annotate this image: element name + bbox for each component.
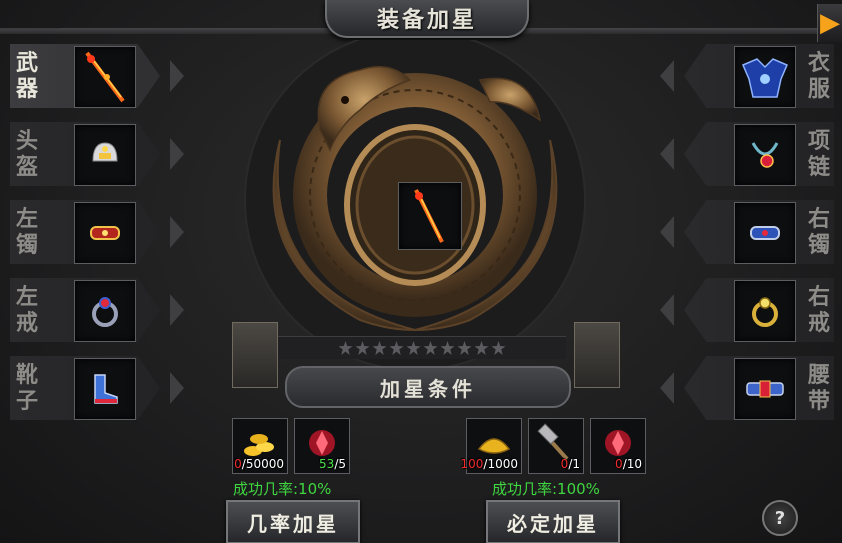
title-plate: 装备加星 xyxy=(325,0,529,38)
slot-row-armor[interactable]: 衣服 xyxy=(644,40,834,112)
guaranteed-star-button[interactable]: 必定加星 xyxy=(486,500,620,543)
have-amount: 0 xyxy=(615,457,623,471)
button-label: 必定加星 xyxy=(507,511,599,536)
center-item-slot[interactable] xyxy=(398,182,462,250)
row-arrow xyxy=(660,60,674,92)
star-icon xyxy=(355,341,370,355)
cost-gold-coins[interactable]: 0/50000 xyxy=(232,418,288,474)
slot-row-right-ring[interactable]: 右戒 xyxy=(644,274,834,346)
cost-amount: 100/1000 xyxy=(461,457,519,471)
star-icon xyxy=(338,341,353,355)
slot-label: 项链 xyxy=(807,128,830,180)
cost-hammer[interactable]: 0/1 xyxy=(528,418,584,474)
slot-row-weapon[interactable]: 武器 xyxy=(10,40,200,112)
row-arrow xyxy=(170,216,184,248)
helmet-slot[interactable] xyxy=(74,124,136,186)
belt-slot[interactable] xyxy=(734,358,796,420)
left-ring-slot[interactable] xyxy=(74,280,136,342)
cost-amount: 0/1 xyxy=(561,457,580,471)
equipment-star-upgrade-window: 装备加星 ▶ 武器 头盔 左镯 左戒 靴子 衣服 项链 右镯 右戒 腰带 加星条… xyxy=(0,0,842,543)
have-amount: 100 xyxy=(460,457,484,471)
slot-label: 衣服 xyxy=(807,50,830,102)
bracelet-icon xyxy=(750,226,780,240)
necklace-slot[interactable] xyxy=(734,124,796,186)
boots-slot[interactable] xyxy=(74,358,136,420)
slot-row-left-bracelet[interactable]: 左镯 xyxy=(10,196,200,268)
row-arrow xyxy=(170,138,184,170)
conditions-plate: 加星条件 xyxy=(285,366,571,408)
right-ring-slot[interactable] xyxy=(734,280,796,342)
have-amount: 53 xyxy=(319,457,335,471)
belt-icon xyxy=(746,380,784,398)
probability-success-rate: 成功几率:10% xyxy=(233,480,332,498)
right-bracelet-slot[interactable] xyxy=(734,202,796,264)
slot-label: 武器 xyxy=(15,50,38,102)
help-icon[interactable]: ? xyxy=(762,500,798,536)
slot-label: 头盔 xyxy=(15,128,38,180)
corner-decoration xyxy=(0,2,60,29)
left-pillar-ornament xyxy=(232,322,278,388)
slot-label: 左戒 xyxy=(15,284,38,336)
star-icon xyxy=(389,341,404,355)
right-pillar-ornament xyxy=(574,322,620,388)
slot-row-right-bracelet[interactable]: 右镯 xyxy=(644,196,834,268)
have-amount: 0 xyxy=(234,457,242,471)
cost-red-crystal[interactable]: 0/10 xyxy=(590,418,646,474)
probability-star-button[interactable]: 几率加星 xyxy=(226,500,360,543)
ring-icon xyxy=(92,297,118,327)
row-arrow xyxy=(660,294,674,326)
helmet-icon xyxy=(92,142,118,162)
row-arrow xyxy=(170,60,184,92)
row-arrow xyxy=(660,216,674,248)
weapon-slot[interactable] xyxy=(74,46,136,108)
armor-icon xyxy=(742,58,788,98)
ring-icon xyxy=(752,297,778,327)
need-amount: /50000 xyxy=(241,457,284,471)
slot-label: 右镯 xyxy=(807,206,830,258)
slot-row-belt[interactable]: 腰带 xyxy=(644,352,834,424)
slot-row-boots[interactable]: 靴子 xyxy=(10,352,200,424)
button-label: 几率加星 xyxy=(247,511,339,536)
star-icon xyxy=(440,341,455,355)
star-icon xyxy=(423,341,438,355)
star-icon xyxy=(372,341,387,355)
cost-amount: 0/10 xyxy=(615,457,642,471)
star-icon xyxy=(406,341,421,355)
row-arrow xyxy=(170,372,184,404)
row-arrow xyxy=(170,294,184,326)
guaranteed-success-rate: 成功几率:100% xyxy=(492,480,600,498)
boots-icon xyxy=(94,374,118,404)
need-amount: /1 xyxy=(568,457,580,471)
slot-label: 靴子 xyxy=(15,362,38,414)
row-arrow xyxy=(660,138,674,170)
star-icon xyxy=(491,341,506,355)
star-icon xyxy=(474,341,489,355)
cost-amount: 53/5 xyxy=(319,457,346,471)
slot-label: 腰带 xyxy=(807,362,830,414)
necklace-icon xyxy=(751,142,779,168)
star-level-bar xyxy=(278,336,566,359)
cost-gold-ingot[interactable]: 100/1000 xyxy=(461,418,522,474)
cost-red-crystal[interactable]: 53/5 xyxy=(294,418,350,474)
slot-label: 右戒 xyxy=(807,284,830,336)
need-amount: /1000 xyxy=(483,457,518,471)
need-amount: /5 xyxy=(334,457,346,471)
window-title: 装备加星 xyxy=(376,7,477,33)
slot-label: 左镯 xyxy=(15,206,38,258)
sword-icon xyxy=(85,51,125,103)
armor-slot[interactable] xyxy=(734,46,796,108)
close-arrow-icon[interactable]: ▶ xyxy=(817,4,842,42)
need-amount: /10 xyxy=(622,457,642,471)
row-arrow xyxy=(660,372,674,404)
slot-row-necklace[interactable]: 项链 xyxy=(644,118,834,190)
cost-amount: 0/50000 xyxy=(234,457,284,471)
star-icon xyxy=(457,341,472,355)
conditions-title: 加星条件 xyxy=(380,376,476,401)
left-bracelet-slot[interactable] xyxy=(74,202,136,264)
slot-row-helmet[interactable]: 头盔 xyxy=(10,118,200,190)
slot-row-left-ring[interactable]: 左戒 xyxy=(10,274,200,346)
sword-icon xyxy=(414,189,444,243)
bracelet-icon xyxy=(90,226,120,240)
